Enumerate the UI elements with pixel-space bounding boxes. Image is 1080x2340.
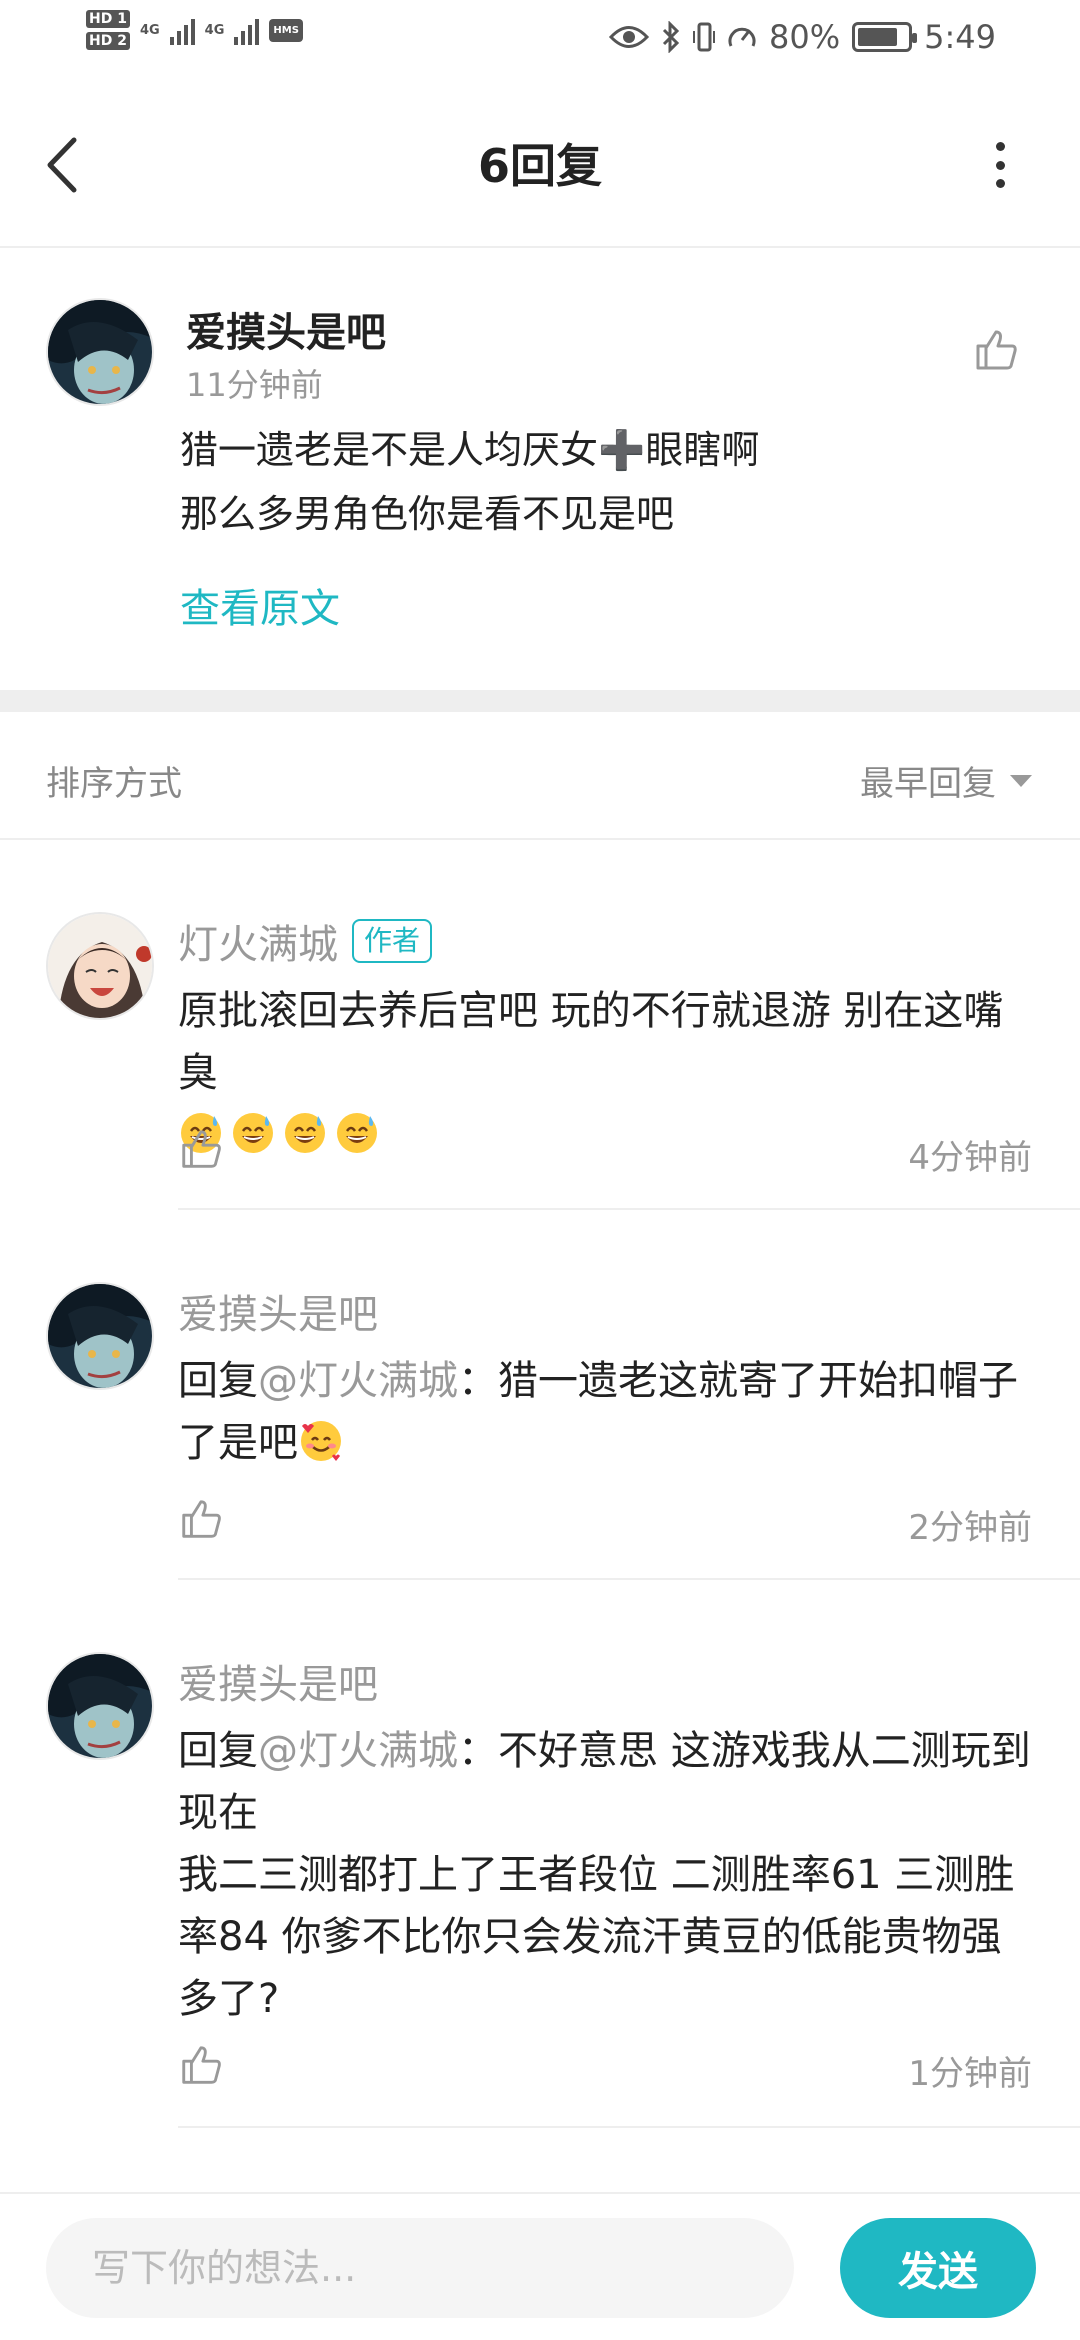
reply-text: 回复@灯火满城：猎一遗老这就寄了开始扣帽子了是吧	[178, 1358, 1018, 1466]
section-divider	[0, 690, 1080, 712]
network-type-2: 4G	[204, 22, 225, 38]
grinning-sweat-emoji	[337, 1113, 377, 1153]
mention-link[interactable]: @灯火满城	[258, 1358, 458, 1404]
avatar[interactable]	[46, 298, 154, 406]
bluetooth-icon	[662, 21, 680, 53]
thumbs-up-icon	[182, 1500, 221, 1538]
comment-input[interactable]	[46, 2218, 794, 2318]
send-button[interactable]: 发送	[840, 2218, 1036, 2318]
reply-username[interactable]: 爱摸头是吧	[178, 1652, 378, 1710]
sort-value: 最早回复	[860, 764, 996, 804]
more-options-button[interactable]	[990, 142, 1010, 188]
like-button[interactable]	[178, 1126, 224, 1172]
clock: 5:49	[924, 18, 996, 56]
smiling-hearts-emoji	[301, 1421, 341, 1461]
reply-time: 4分钟前	[908, 1138, 1032, 1178]
like-button[interactable]	[178, 2042, 224, 2088]
sort-row: 排序方式 最早回复	[0, 712, 1080, 840]
signal-icon	[234, 15, 260, 45]
sim2-label: HD 2	[86, 32, 130, 50]
reply-username[interactable]: 灯火满城	[178, 912, 338, 970]
battery-icon	[852, 22, 918, 52]
thumbs-up-icon	[182, 2046, 221, 2084]
comment-composer: 发送	[0, 2192, 1080, 2340]
thumbs-up-icon	[182, 1130, 221, 1168]
avatar-image	[48, 1284, 152, 1388]
comment-text: 猎一遗老是不是人均厌女➕眼瞎啊 那么多男角色你是看不见是吧	[180, 428, 760, 536]
comment-time: 11分钟前	[186, 366, 323, 404]
avatar-image	[48, 914, 152, 1018]
status-bar: HD 1 HD 2 4G 4G HMS 80% 5:49	[0, 0, 1080, 80]
avatar[interactable]	[46, 1282, 154, 1390]
more-vertical-icon	[995, 142, 1005, 151]
reply-text: 回复@灯火满城：不好意思 这游戏我从二测玩到现在 我二三测都打上了王者段位 二测…	[178, 1728, 1031, 2022]
battery-percent: 80%	[769, 18, 841, 56]
thumbs-up-icon	[976, 330, 1017, 370]
sort-label: 排序方式	[46, 764, 182, 804]
avatar[interactable]	[46, 912, 154, 1020]
battery-level	[858, 28, 897, 46]
vibrate-icon	[693, 22, 716, 52]
sim1-label: HD 1	[86, 10, 130, 28]
grinning-sweat-emoji	[233, 1113, 273, 1153]
avatar[interactable]	[46, 1652, 154, 1760]
reply-item: 灯火满城 作者 原批滚回去养后宫吧 玩的不行就退游 别在这嘴臭 4分钟前	[0, 912, 1080, 1212]
signal-icon	[169, 15, 195, 45]
avatar-image	[48, 300, 152, 404]
reply-time: 2分钟前	[908, 1508, 1032, 1548]
reply-time: 1分钟前	[908, 2054, 1032, 2094]
comment-username[interactable]: 爱摸头是吧	[186, 300, 386, 358]
page-title: 6回复	[477, 139, 602, 193]
status-left: HD 1 HD 2 4G 4G HMS	[86, 10, 303, 50]
divider	[178, 2126, 1080, 2128]
original-comment: 爱摸头是吧 11分钟前 猎一遗老是不是人均厌女➕眼瞎啊 那么多男角色你是看不见是…	[0, 250, 1080, 690]
reply-item: 爱摸头是吧 回复@灯火满城：猎一遗老这就寄了开始扣帽子了是吧 2分钟前	[0, 1282, 1080, 1582]
caret-down-icon	[1010, 774, 1032, 787]
view-original-link[interactable]: 查看原文	[180, 576, 340, 634]
sort-dropdown[interactable]: 最早回复	[860, 756, 1032, 805]
speed-gauge-icon	[728, 27, 756, 47]
status-right: 80% 5:49	[609, 18, 996, 56]
author-badge: 作者	[352, 919, 433, 963]
eye-icon	[609, 26, 650, 48]
reply-username[interactable]: 爱摸头是吧	[178, 1282, 378, 1340]
reply-item: 爱摸头是吧 回复@灯火满城：不好意思 这游戏我从二测玩到现在 我二三测都打上了王…	[0, 1652, 1080, 2142]
grinning-sweat-emoji	[285, 1113, 325, 1153]
top-app-bar: 6回复	[0, 80, 1080, 248]
mention-link[interactable]: @灯火满城	[258, 1728, 458, 1774]
divider	[178, 1578, 1080, 1580]
like-button[interactable]	[178, 1496, 224, 1542]
divider	[178, 1208, 1080, 1210]
hms-icon: HMS	[269, 18, 303, 42]
network-type-1: 4G	[139, 22, 160, 38]
avatar-image	[48, 1654, 152, 1758]
like-button[interactable]	[972, 326, 1020, 374]
